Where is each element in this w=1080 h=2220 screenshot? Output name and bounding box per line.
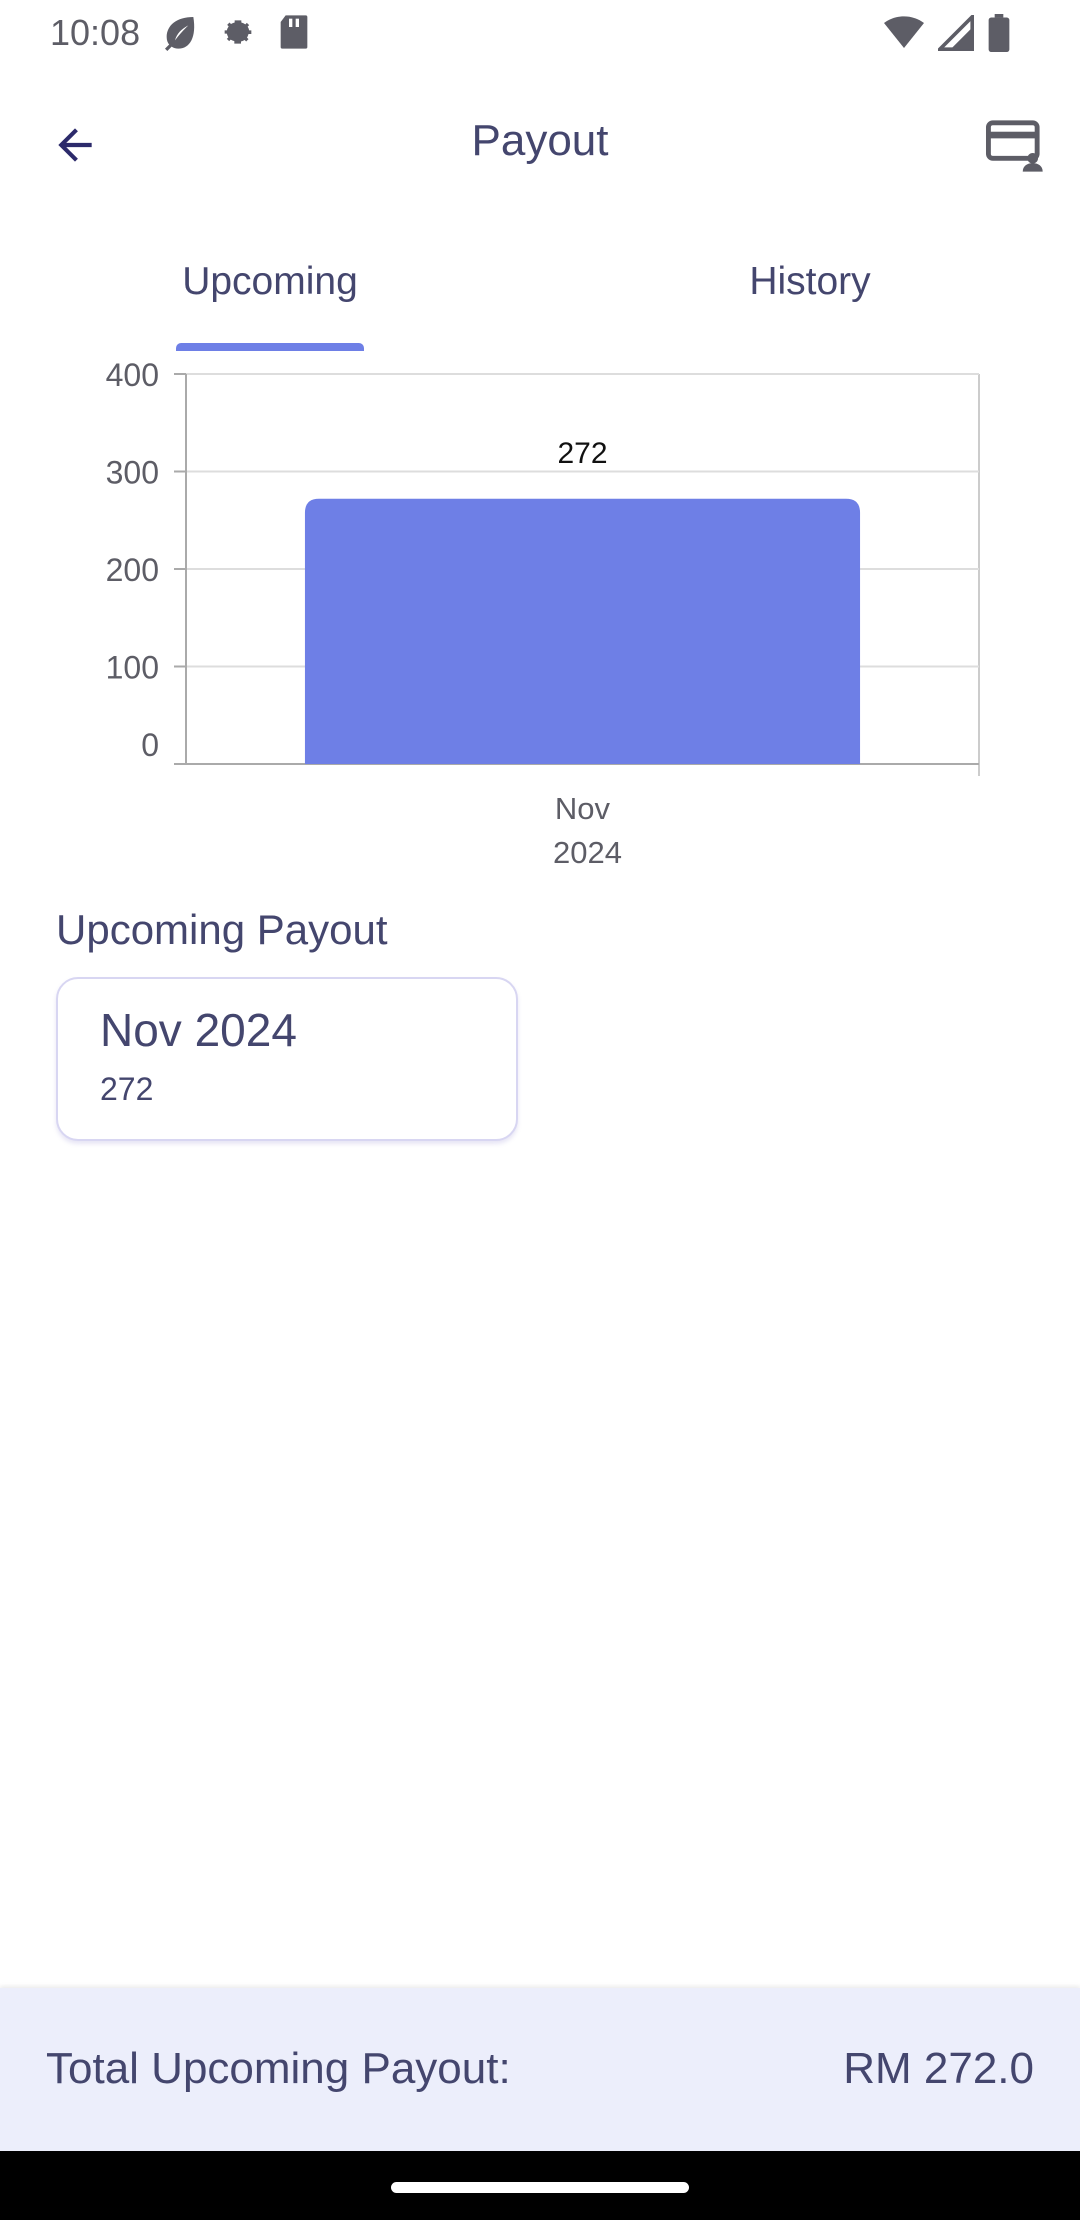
y-tick-label: 200 (106, 552, 159, 588)
card-account-icon (984, 114, 1046, 181)
payout-chart-svg: 0 100 200 300 400 272 Nov 2024 (106, 360, 980, 870)
system-nav-bar (0, 2151, 1080, 2220)
payout-chart: 0 100 200 300 400 272 Nov 2024 (0, 360, 1080, 880)
payout-account-button[interactable] (980, 112, 1050, 182)
y-tick-label: 300 (106, 455, 159, 491)
x-tick-label: 2024 (553, 835, 622, 870)
section-title-upcoming-payout: Upcoming Payout (56, 906, 388, 953)
status-icons-right (884, 12, 1010, 57)
tab-upcoming[interactable]: Upcoming (176, 250, 364, 350)
total-payout-label: Total Upcoming Payout: (46, 2044, 511, 2093)
page-title: Payout (471, 116, 609, 165)
total-payout-footer: Total Upcoming Payout: RM 272.0 (0, 1988, 1080, 2151)
leaf-icon (160, 12, 200, 57)
status-bar: 10:08 (0, 0, 1080, 70)
data-label: 272 (557, 437, 607, 470)
payout-screen: 10:08 Payout Upcoming History 0 100 200 … (0, 0, 1080, 2220)
bar-0 (304, 498, 861, 764)
signal-icon (935, 12, 974, 56)
payout-card-amount: 272 (100, 1071, 154, 1107)
wifi-icon (884, 15, 924, 56)
status-time: 10:08 (50, 12, 141, 53)
payout-card-month: Nov 2024 (100, 1004, 297, 1056)
tab-history-label: History (749, 260, 871, 303)
x-tick-label: Nov (555, 791, 611, 826)
payout-card[interactable]: Nov 2024 272 (56, 977, 518, 1141)
tab-upcoming-label: Upcoming (182, 260, 358, 303)
app-bar: Payout (0, 90, 1080, 200)
y-tick-label: 0 (141, 727, 159, 763)
total-payout-value: RM 272.0 (843, 2044, 1034, 2093)
tab-history[interactable]: History (700, 250, 920, 350)
y-tick-label: 400 (106, 360, 159, 393)
tab-bar: Upcoming History (0, 250, 1080, 351)
sd-card-icon (276, 12, 312, 57)
status-icons-left (160, 12, 312, 57)
battery-icon (988, 14, 1010, 57)
y-tick-label: 100 (106, 650, 159, 686)
home-indicator[interactable] (391, 2182, 689, 2193)
tab-indicator (176, 343, 364, 351)
gear-icon (218, 12, 258, 57)
